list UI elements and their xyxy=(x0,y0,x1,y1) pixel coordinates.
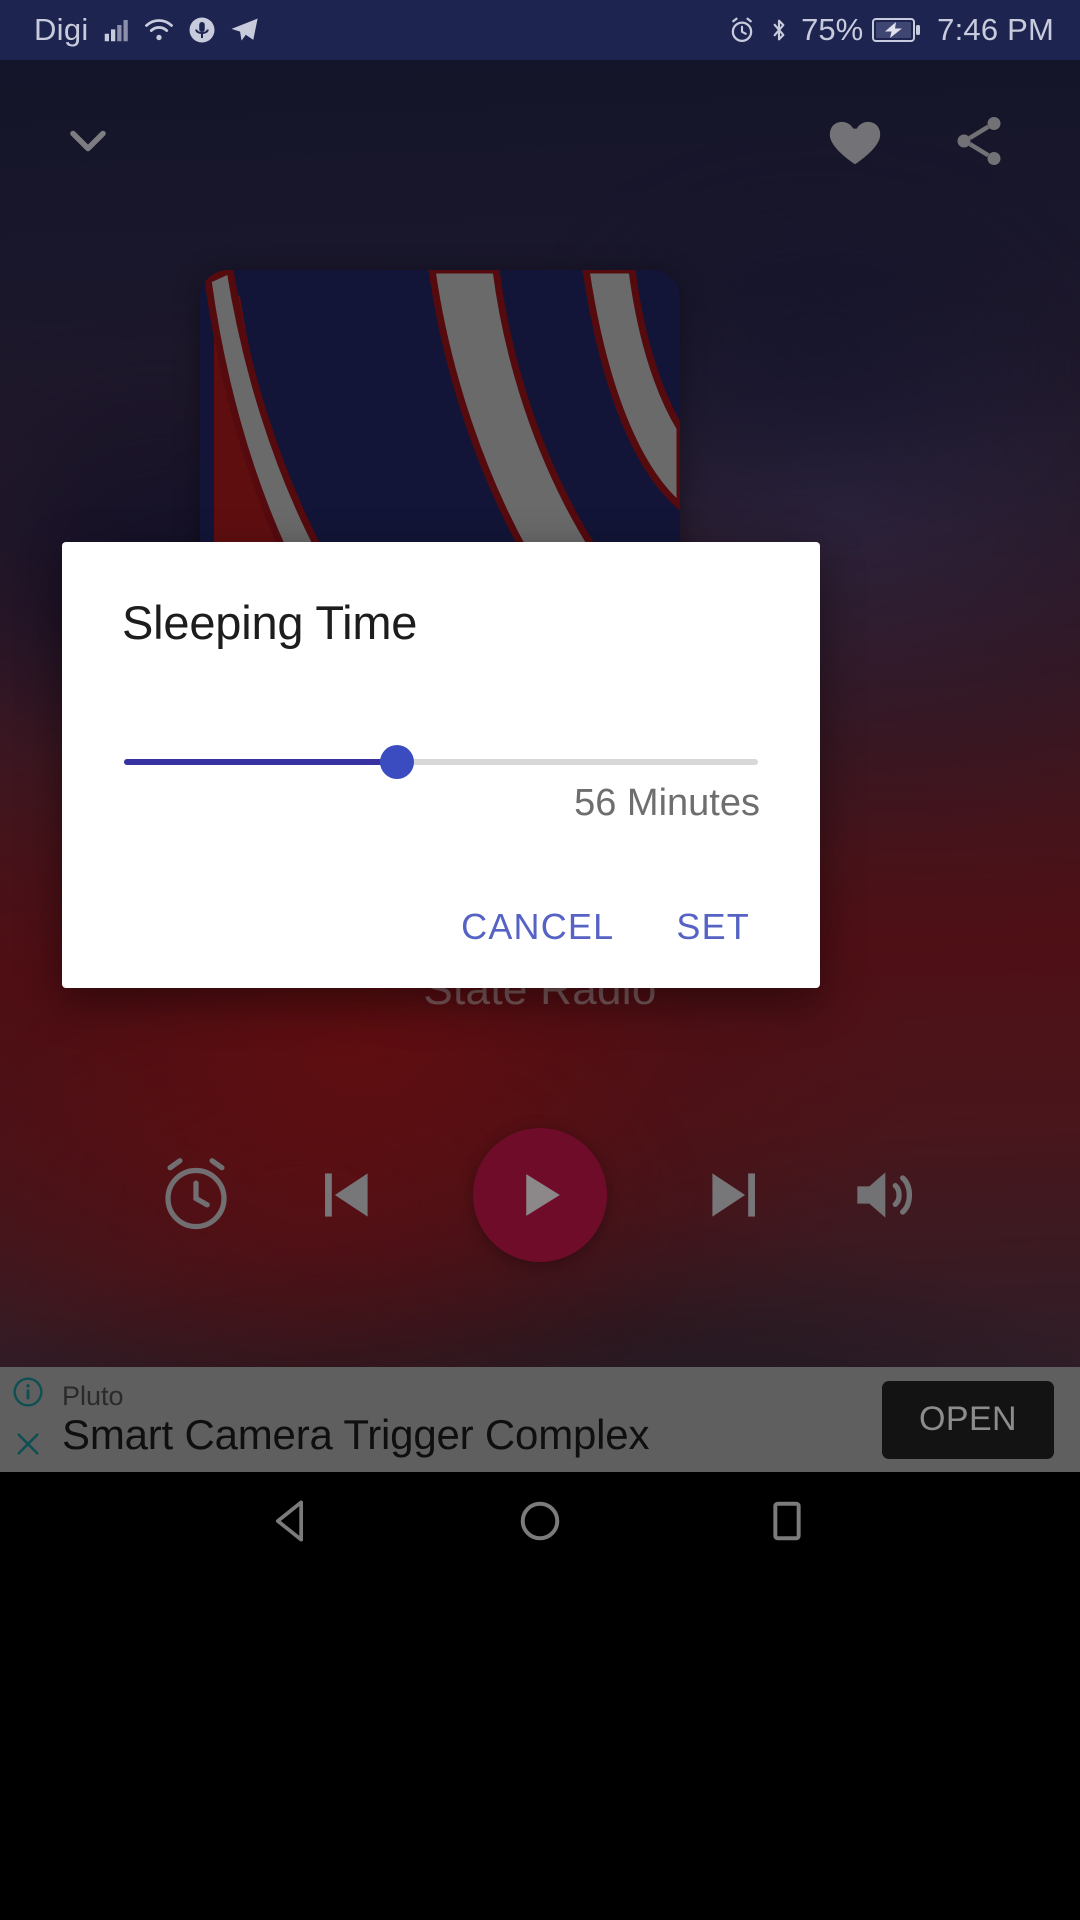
bluetooth-icon xyxy=(766,15,792,45)
slider-thumb[interactable] xyxy=(379,745,414,779)
cancel-button[interactable]: CANCEL xyxy=(439,890,636,964)
telegram-icon xyxy=(229,14,261,46)
status-bar: Digi 75% 7:46 PM xyxy=(0,0,1080,60)
sleeping-time-dialog: Sleeping Time 56 Minutes CANCEL SET xyxy=(62,542,820,988)
alarm-icon xyxy=(727,15,757,45)
battery-charging-icon xyxy=(872,16,922,44)
wifi-icon xyxy=(143,14,175,46)
clock-label: 7:46 PM xyxy=(937,12,1054,47)
status-bar-right: 75% 7:46 PM xyxy=(727,12,1080,48)
battery-percent-label: 75% xyxy=(801,12,864,47)
signal-bars-icon xyxy=(101,15,131,45)
slider-fill xyxy=(124,759,397,765)
phone-screen: State Radio Pluto Smart Camera Trigger C… xyxy=(0,0,1080,1920)
slider-value-label: 56 Minutes xyxy=(574,782,760,824)
microphone-icon xyxy=(187,15,217,45)
dialog-actions: CANCEL SET xyxy=(439,890,772,964)
sleep-duration-slider[interactable] xyxy=(124,742,758,782)
set-button[interactable]: SET xyxy=(654,890,772,964)
status-bar-left: Digi xyxy=(0,12,261,48)
carrier-label: Digi xyxy=(34,12,89,47)
dialog-title: Sleeping Time xyxy=(122,596,418,649)
